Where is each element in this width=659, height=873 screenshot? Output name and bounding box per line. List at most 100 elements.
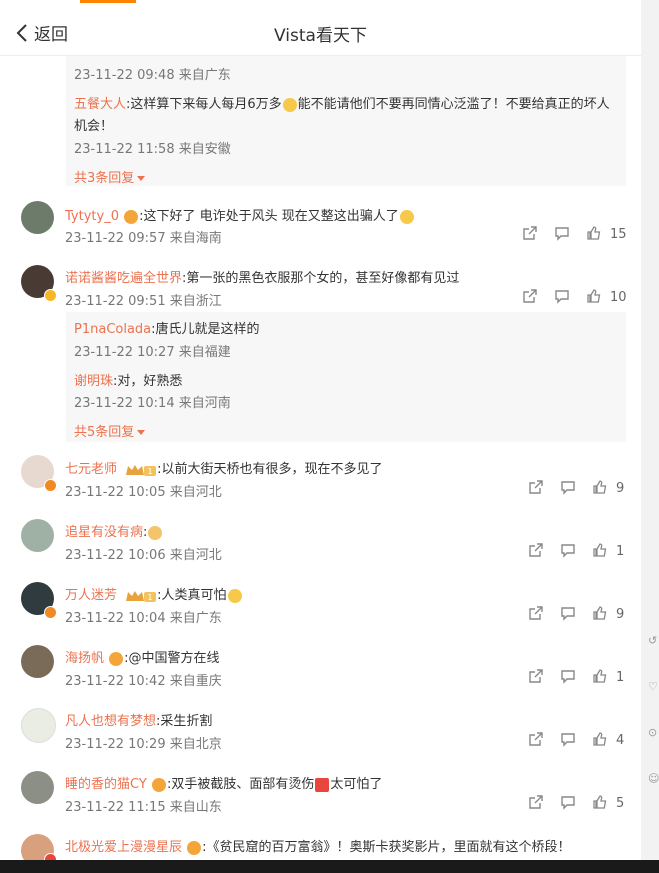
side-icon[interactable]: ☺ xyxy=(648,772,659,785)
comment-panel: 返回 Vista看天下 23-11-22 09:48 来自广东 五餐大人:这样算… xyxy=(0,0,641,860)
reply-meta: 23-11-22 09:48 来自广东 xyxy=(74,68,231,83)
comment-meta: 23-11-22 10:29 来自北京 xyxy=(65,737,222,752)
share-icon[interactable] xyxy=(528,794,546,812)
comment-actions: 5 xyxy=(528,794,628,812)
emoji-icon xyxy=(399,209,414,224)
like-icon[interactable] xyxy=(592,542,610,560)
like-count: 9 xyxy=(616,606,625,622)
header-bar: 返回 Vista看天下 xyxy=(0,10,641,56)
comment-author[interactable]: 七元老师 xyxy=(65,462,117,477)
comment-icon[interactable] xyxy=(560,479,578,497)
side-icon[interactable]: ⊙ xyxy=(648,726,657,739)
share-icon[interactable] xyxy=(522,225,540,243)
comment-author[interactable]: Tytyty_0 xyxy=(65,209,119,224)
verified-badge-icon xyxy=(44,853,57,860)
active-tab-indicator xyxy=(80,0,136,3)
avatar[interactable] xyxy=(21,771,54,804)
caret-down-icon xyxy=(137,176,146,181)
share-icon[interactable] xyxy=(528,542,546,560)
comment-actions: 1 xyxy=(528,542,628,560)
reply-author[interactable]: 五餐大人 xyxy=(74,97,126,112)
reply-author[interactable]: P1naColada xyxy=(74,322,151,337)
comment-meta: 23-11-22 09:51 来自浙江 xyxy=(65,294,222,309)
verified-badge-icon xyxy=(44,289,57,302)
comment-text: 万人迷芳 1:人类真可怕 xyxy=(65,584,243,603)
caret-down-icon xyxy=(137,430,146,435)
comment-meta: 23-11-22 09:57 来自海南 xyxy=(65,231,222,246)
reply-meta: 23-11-22 11:58 来自安徽 xyxy=(74,142,231,157)
fan-badge-icon xyxy=(124,209,139,224)
comment-author[interactable]: 万人迷芳 xyxy=(65,588,117,603)
verified-badge-icon xyxy=(44,606,57,619)
comment-actions: 4 xyxy=(528,731,628,749)
share-icon[interactable] xyxy=(528,605,546,623)
like-icon[interactable] xyxy=(592,605,610,623)
like-icon[interactable] xyxy=(586,288,604,306)
comment-icon[interactable] xyxy=(554,225,572,243)
avatar[interactable] xyxy=(21,645,54,678)
share-icon[interactable] xyxy=(522,288,540,306)
comment-text: 北极光爱上漫漫星辰 :《贫民窟的百万富翁》！奥斯卡获奖影片，里面就有这个桥段！ xyxy=(65,840,571,855)
comment-meta: 23-11-22 10:42 来自重庆 xyxy=(65,674,222,689)
comment-author[interactable]: 追星有没有病 xyxy=(65,525,143,540)
thumbs-up-emoji-icon xyxy=(148,525,163,540)
comment-text: 七元老师 1:以前大街天桥也有很多，现在不多见了 xyxy=(65,462,383,477)
comment-meta: 23-11-22 10:05 来自河北 xyxy=(65,485,222,500)
like-icon[interactable] xyxy=(592,794,610,812)
like-icon[interactable] xyxy=(586,225,604,243)
like-count: 9 xyxy=(616,480,625,496)
share-icon[interactable] xyxy=(528,731,546,749)
comment-author[interactable]: 诺诺酱酱吃遍全世界 xyxy=(65,271,182,286)
comment-icon[interactable] xyxy=(560,794,578,812)
comment-actions: 10 xyxy=(522,288,627,306)
avatar[interactable] xyxy=(21,519,54,552)
vip-crown-icon: 1 xyxy=(126,590,157,602)
reply-text: P1naColada:唐氏儿就是这样的 xyxy=(74,322,260,337)
comment-author[interactable]: 睡的香的猫CY xyxy=(65,777,147,792)
reply-text: 五餐大人:这样算下来每人每月6万多 能不能请他们不要再同情心泛滥了！不要给真正的坏… xyxy=(74,97,610,112)
comment-icon[interactable] xyxy=(560,605,578,623)
comment-actions: 15 xyxy=(522,225,627,243)
comment-icon[interactable] xyxy=(560,668,578,686)
share-icon[interactable] xyxy=(528,479,546,497)
like-count: 4 xyxy=(616,732,625,748)
side-icon[interactable]: ♡ xyxy=(648,680,658,693)
comment-author[interactable]: 北极光爱上漫漫星辰 xyxy=(65,840,182,855)
like-count: 15 xyxy=(610,226,627,242)
page-title: Vista看天下 xyxy=(274,26,367,46)
share-icon[interactable] xyxy=(528,668,546,686)
comment-actions: 9 xyxy=(528,605,628,623)
avatar[interactable] xyxy=(21,708,56,743)
taskbar xyxy=(0,860,659,873)
like-icon[interactable] xyxy=(592,731,610,749)
crying-emoji-icon xyxy=(282,97,297,112)
like-icon[interactable] xyxy=(592,668,610,686)
more-replies-link[interactable]: 共3条回复 xyxy=(74,167,146,186)
level-label: 1 xyxy=(148,467,153,476)
reply-author[interactable]: 谢明珠 xyxy=(74,374,113,389)
reply-text-cont: 机会！ xyxy=(74,119,114,134)
more-replies-link[interactable]: 共5条回复 xyxy=(74,421,146,440)
like-count: 1 xyxy=(616,669,625,685)
comment-author[interactable]: 海扬帆 xyxy=(65,651,104,666)
comment-meta: 23-11-22 11:15 来自山东 xyxy=(65,800,222,815)
reply-meta: 23-11-22 10:27 来自福建 xyxy=(74,345,231,360)
like-count: 5 xyxy=(616,795,625,811)
fan-badge-icon xyxy=(187,840,202,855)
avatar[interactable] xyxy=(21,201,54,234)
comment-icon[interactable] xyxy=(560,731,578,749)
like-count: 10 xyxy=(610,289,627,305)
side-icon[interactable]: ↺ xyxy=(648,634,657,647)
comment-actions: 9 xyxy=(528,479,628,497)
comment-text: 追星有没有病: xyxy=(65,521,163,540)
comment-text: 凡人也想有梦想:采生折割 xyxy=(65,714,213,729)
comment-icon[interactable] xyxy=(560,542,578,560)
comment-text: 海扬帆 :@中国警方在线 xyxy=(65,651,220,666)
comment-text: 睡的香的猫CY :双手被截肢、面部有烫伤 太可怕了 xyxy=(65,777,383,792)
fan-badge-icon xyxy=(151,777,166,792)
sos-emoji-icon xyxy=(315,777,330,792)
comment-text: 诺诺酱酱吃遍全世界:第一张的黑色衣服那个女的，甚至好像都有见过 xyxy=(65,271,460,286)
like-icon[interactable] xyxy=(592,479,610,497)
comment-icon[interactable] xyxy=(554,288,572,306)
comment-author[interactable]: 凡人也想有梦想 xyxy=(65,714,156,729)
